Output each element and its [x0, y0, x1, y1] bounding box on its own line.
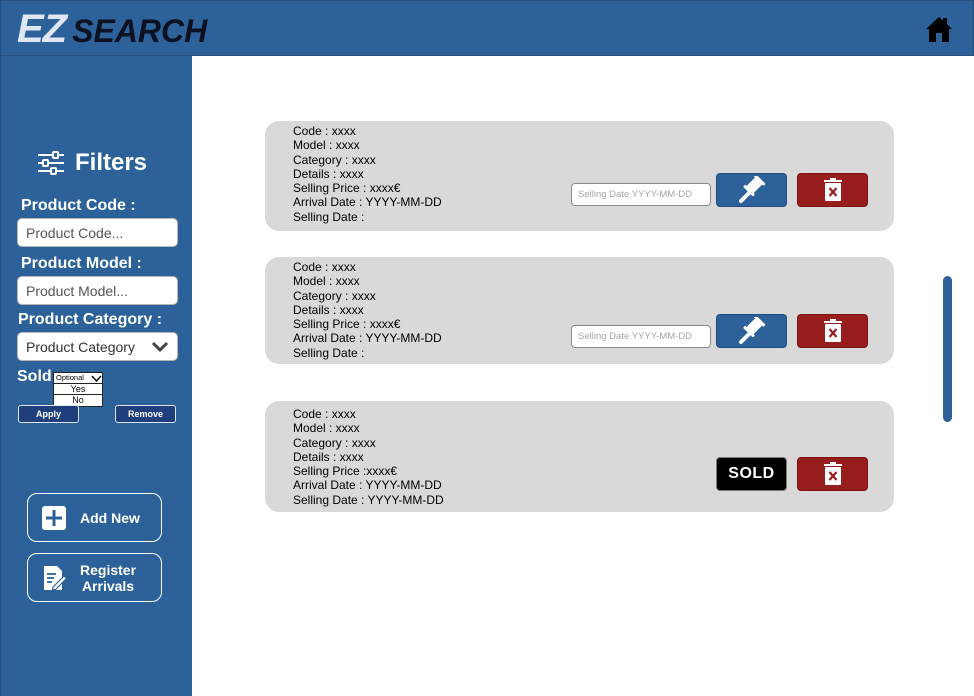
- product-model: Model : xxxx: [293, 421, 360, 436]
- product-arrival-date: Arrival Date : YYYY-MM-DD: [293, 478, 442, 493]
- register-arrivals-button[interactable]: Register Arrivals: [27, 553, 162, 602]
- product-code: Code : xxxx: [293, 407, 356, 421]
- logo-search-text: SEARCH: [72, 13, 208, 49]
- product-model: Model : xxxx: [293, 138, 360, 153]
- sold-dropdown[interactable]: Optional Yes No: [53, 372, 103, 407]
- product-model-label: Product Model :: [21, 255, 142, 272]
- sell-button[interactable]: [716, 314, 787, 348]
- chevron-down-icon: [151, 341, 169, 352]
- product-arrival-date: Arrival Date : YYYY-MM-DD: [293, 331, 442, 346]
- product-code-label: Product Code :: [21, 197, 136, 214]
- remove-button[interactable]: Remove: [115, 405, 176, 423]
- gavel-icon: [738, 317, 765, 344]
- sold-selected-value: Optional: [56, 373, 84, 382]
- app-header: EZ SEARCH: [0, 0, 974, 56]
- product-category: Category : xxxx: [293, 152, 376, 167]
- add-new-button[interactable]: Add New: [27, 493, 162, 542]
- app-logo: EZ SEARCH: [17, 7, 207, 51]
- product-price: Selling Price : xxxx€: [293, 317, 401, 332]
- product-category: Category : xxxx: [293, 288, 376, 303]
- delete-button[interactable]: [797, 314, 868, 348]
- sold-label: Sold: [17, 368, 52, 385]
- sliders-icon: [38, 151, 64, 175]
- product-details: Details : xxxx: [293, 166, 364, 181]
- product-code: Code : xxxx: [293, 260, 356, 274]
- sold-badge: SOLD: [716, 457, 787, 491]
- product-code-input[interactable]: [17, 218, 178, 247]
- product-info: Code : xxxx Model : xxxx Category : xxxx…: [293, 124, 442, 224]
- product-card: Code : xxxx Model : xxxx Category : xxxx…: [265, 121, 894, 231]
- product-category-label: Product Category :: [18, 311, 163, 328]
- product-price: Selling Price : xxxx€: [293, 181, 401, 196]
- product-info: Code : xxxx Model : xxxx Category : xxxx…: [293, 407, 444, 507]
- product-arrival-date: Arrival Date : YYYY-MM-DD: [293, 195, 442, 210]
- product-category: Category : xxxx: [293, 435, 376, 450]
- apply-button[interactable]: Apply: [18, 405, 79, 423]
- selling-date-input[interactable]: [571, 183, 711, 206]
- selling-date-input[interactable]: [571, 325, 711, 348]
- product-category-select[interactable]: Product Category: [17, 332, 178, 361]
- register-label-line2: Arrivals: [81, 577, 135, 594]
- product-details: Details : xxxx: [293, 302, 364, 317]
- product-selling-date: Selling Date :: [293, 209, 365, 224]
- document-edit-icon: [44, 565, 67, 591]
- product-price: Selling Price :xxxx€: [293, 464, 398, 479]
- product-info: Code : xxxx Model : xxxx Category : xxxx…: [293, 260, 442, 360]
- product-selling-date: Selling Date :: [293, 345, 365, 360]
- delete-button[interactable]: [797, 457, 868, 491]
- product-model: Model : xxxx: [293, 274, 360, 289]
- product-details: Details : xxxx: [293, 449, 364, 464]
- sold-dropdown-selected[interactable]: Optional: [54, 373, 102, 384]
- product-selling-date: Selling Date : YYYY-MM-DD: [293, 492, 444, 507]
- logo-ez-text: EZ: [17, 7, 67, 51]
- gavel-icon: [738, 176, 765, 203]
- filters-sidebar: Filters Product Code : Product Model : P…: [0, 56, 192, 696]
- chevron-down-icon: [91, 375, 102, 382]
- register-label-line1: Register: [80, 561, 137, 578]
- product-category-value: Product Category: [26, 338, 135, 355]
- add-new-label: Add New: [80, 509, 140, 526]
- scrollbar-thumb[interactable]: [943, 276, 952, 422]
- plus-icon: [42, 505, 66, 530]
- trash-icon: [823, 319, 842, 342]
- product-code: Code : xxxx: [293, 124, 356, 138]
- product-card: Code : xxxx Model : xxxx Category : xxxx…: [265, 257, 894, 364]
- filters-heading: Filters: [37, 148, 147, 178]
- home-icon[interactable]: [925, 15, 953, 43]
- filters-title: Filters: [75, 149, 148, 176]
- delete-button[interactable]: [797, 173, 868, 207]
- sell-button[interactable]: [716, 173, 787, 207]
- trash-icon: [823, 462, 842, 485]
- product-card: Code : xxxx Model : xxxx Category : xxxx…: [265, 401, 894, 512]
- product-model-input[interactable]: [17, 276, 178, 305]
- trash-icon: [823, 178, 842, 201]
- sold-option-yes[interactable]: Yes: [54, 384, 102, 395]
